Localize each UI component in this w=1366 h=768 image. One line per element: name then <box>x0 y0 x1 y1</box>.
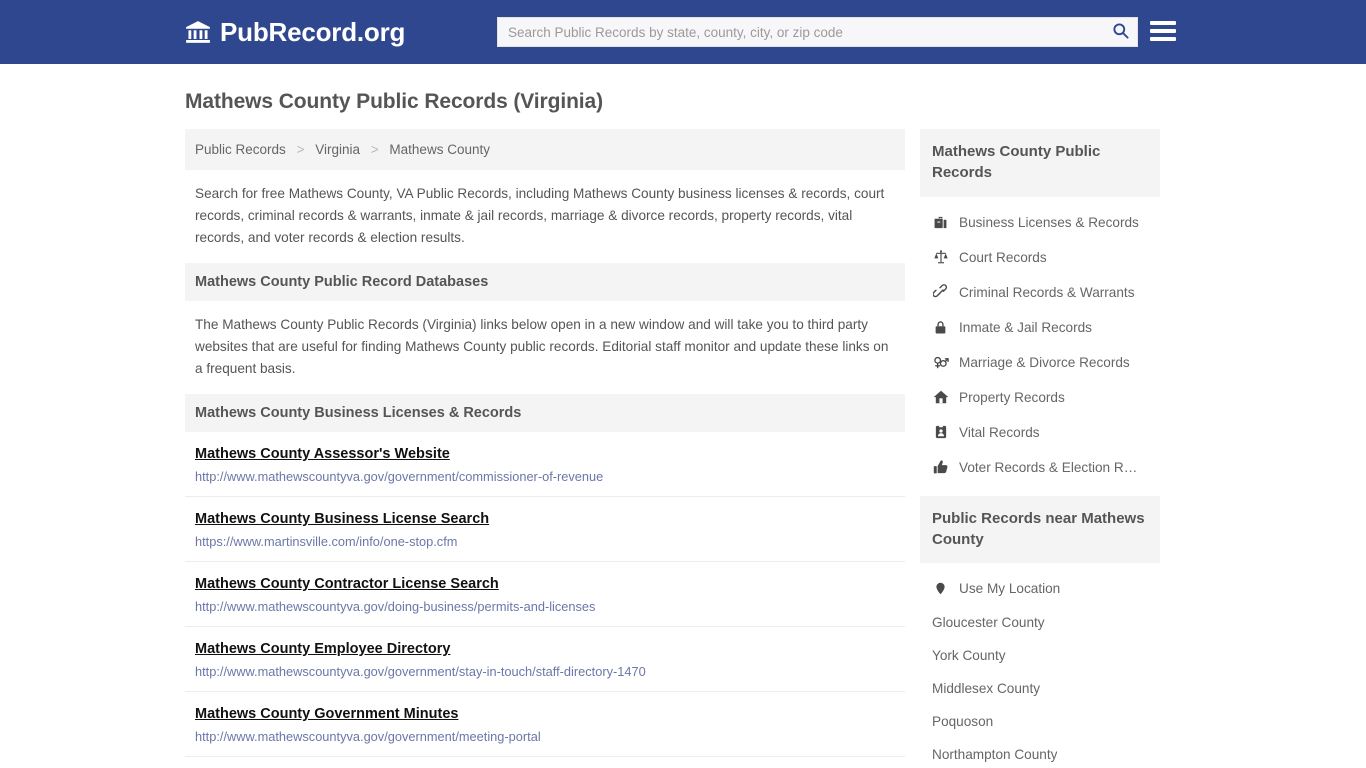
sidebar-item-poquoson[interactable]: Poquoson <box>920 705 1160 738</box>
link-title[interactable]: Mathews County Employee Directory <box>195 641 450 657</box>
sidebar-item-label: Vital Records <box>959 424 1040 440</box>
sidebar-item-label: Voter Records & Election R… <box>959 459 1138 475</box>
sidebar-item-label: Business Licenses & Records <box>959 214 1139 230</box>
sidebar-item-label: Gloucester County <box>932 615 1045 631</box>
sidebar-item-vital-records[interactable]: Vital Records <box>920 415 1160 450</box>
section-heading-business-licenses: Mathews County Business Licenses & Recor… <box>185 394 905 433</box>
link-url[interactable]: https://www.martinsville.com/info/one-st… <box>195 534 895 549</box>
id-badge-icon <box>932 424 949 441</box>
sidebar-item-label: York County <box>932 648 1006 664</box>
list-item[interactable]: Mathews County Government Minutes http:/… <box>185 692 905 758</box>
breadcrumb-item-virginia[interactable]: Virginia <box>315 142 360 157</box>
link-url[interactable]: http://www.mathewscountyva.gov/governmen… <box>195 729 895 744</box>
sidebar-heading-records: Mathews County Public Records <box>920 129 1160 197</box>
map-pin-icon <box>932 580 949 597</box>
handcuffs-icon <box>932 284 949 301</box>
sidebar-item-york-county[interactable]: York County <box>920 639 1160 672</box>
sidebar-records-block: Mathews County Public Records Business L… <box>920 129 1160 485</box>
main-column: Public Records > Virginia > Mathews Coun… <box>185 129 905 768</box>
site-header: PubRecord.org <box>0 0 1366 64</box>
list-item[interactable]: Mathews County Employee Directory http:/… <box>185 627 905 693</box>
sidebar-item-gloucester-county[interactable]: Gloucester County <box>920 606 1160 639</box>
sidebar-records-list: Business Licenses & Records Court Record… <box>920 197 1160 485</box>
sidebar-item-label: Marriage & Divorce Records <box>959 354 1130 370</box>
sidebar-item-marriage-divorce-records[interactable]: Marriage & Divorce Records <box>920 345 1160 380</box>
sidebar-item-label: Inmate & Jail Records <box>959 319 1092 335</box>
breadcrumb-separator: > <box>370 142 379 157</box>
home-icon <box>932 389 949 406</box>
sidebar-item-label: Middlesex County <box>932 681 1041 697</box>
brand-logo[interactable]: PubRecord.org <box>185 19 405 45</box>
breadcrumb-separator: > <box>296 142 305 157</box>
databases-paragraph: The Mathews County Public Records (Virgi… <box>195 317 889 377</box>
search-input[interactable] <box>498 18 1103 46</box>
briefcase-icon <box>932 214 949 231</box>
link-title[interactable]: Mathews County Business License Search <box>195 511 489 527</box>
breadcrumb-item-mathews-county: Mathews County <box>389 142 490 157</box>
sidebar-item-label: Poquoson <box>932 714 994 730</box>
sidebar-item-voter-records[interactable]: Voter Records & Election R… <box>920 450 1160 485</box>
sidebar-item-label: Property Records <box>959 389 1065 405</box>
sidebar-item-use-my-location[interactable]: Use My Location <box>920 571 1160 606</box>
sidebar-item-business-licenses[interactable]: Business Licenses & Records <box>920 205 1160 240</box>
sidebar-item-label: Use My Location <box>959 581 1061 597</box>
content-columns: Public Records > Virginia > Mathews Coun… <box>185 129 1181 768</box>
search-icon <box>1111 21 1130 43</box>
list-item[interactable]: Mathews County Assessor's Website http:/… <box>185 432 905 498</box>
see-all-row: See all Mathews County Business Licenses… <box>185 757 905 768</box>
search-bar[interactable] <box>497 17 1138 47</box>
thumbs-up-icon <box>932 459 949 476</box>
breadcrumb: Public Records > Virginia > Mathews Coun… <box>185 129 905 170</box>
link-title[interactable]: Mathews County Government Minutes <box>195 706 458 722</box>
link-url[interactable]: http://www.mathewscountyva.gov/doing-bus… <box>195 599 895 614</box>
search-button[interactable] <box>1103 18 1137 46</box>
sidebar-item-label: Court Records <box>959 249 1047 265</box>
sidebar-item-northampton-county[interactable]: Northampton County <box>920 738 1160 768</box>
hamburger-bar <box>1150 37 1176 41</box>
sidebar-item-middlesex-county[interactable]: Middlesex County <box>920 672 1160 705</box>
business-links-list: Mathews County Assessor's Website http:/… <box>185 432 905 758</box>
section-heading-databases: Mathews County Public Record Databases <box>185 263 905 302</box>
hamburger-bar <box>1150 29 1176 33</box>
sidebar-item-property-records[interactable]: Property Records <box>920 380 1160 415</box>
bank-icon <box>185 19 211 45</box>
page-title: Mathews County Public Records (Virginia) <box>185 90 604 113</box>
hamburger-menu-icon[interactable] <box>1150 19 1176 43</box>
sidebar-item-label: Criminal Records & Warrants <box>959 284 1135 300</box>
sidebar-item-inmate-jail-records[interactable]: Inmate & Jail Records <box>920 310 1160 345</box>
link-url[interactable]: http://www.mathewscountyva.gov/governmen… <box>195 664 895 679</box>
link-url[interactable]: http://www.mathewscountyva.gov/governmen… <box>195 469 895 484</box>
intro-paragraph: Search for free Mathews County, VA Publi… <box>195 186 885 246</box>
link-title[interactable]: Mathews County Contractor License Search <box>195 576 499 592</box>
sidebar-heading-nearby: Public Records near Mathews County <box>920 495 1160 564</box>
sidebar-nearby-block: Public Records near Mathews County Use M… <box>920 495 1160 768</box>
venus-mars-icon <box>932 354 949 371</box>
sidebar: Mathews County Public Records Business L… <box>920 129 1160 768</box>
sidebar-item-court-records[interactable]: Court Records <box>920 240 1160 275</box>
list-item[interactable]: Mathews County Business License Search h… <box>185 497 905 563</box>
sidebar-item-criminal-records[interactable]: Criminal Records & Warrants <box>920 275 1160 310</box>
scales-icon <box>932 249 949 266</box>
lock-icon <box>932 319 949 336</box>
page-container: Mathews County Public Records (Virginia)… <box>0 90 1366 768</box>
link-title[interactable]: Mathews County Assessor's Website <box>195 446 450 462</box>
sidebar-item-label: Northampton County <box>932 747 1058 763</box>
breadcrumb-item-public-records[interactable]: Public Records <box>195 142 286 157</box>
brand-name: PubRecord.org <box>220 17 406 47</box>
list-item[interactable]: Mathews County Contractor License Search… <box>185 562 905 628</box>
sidebar-nearby-list: Use My Location Gloucester County York C… <box>920 563 1160 768</box>
hamburger-bar <box>1150 21 1176 25</box>
